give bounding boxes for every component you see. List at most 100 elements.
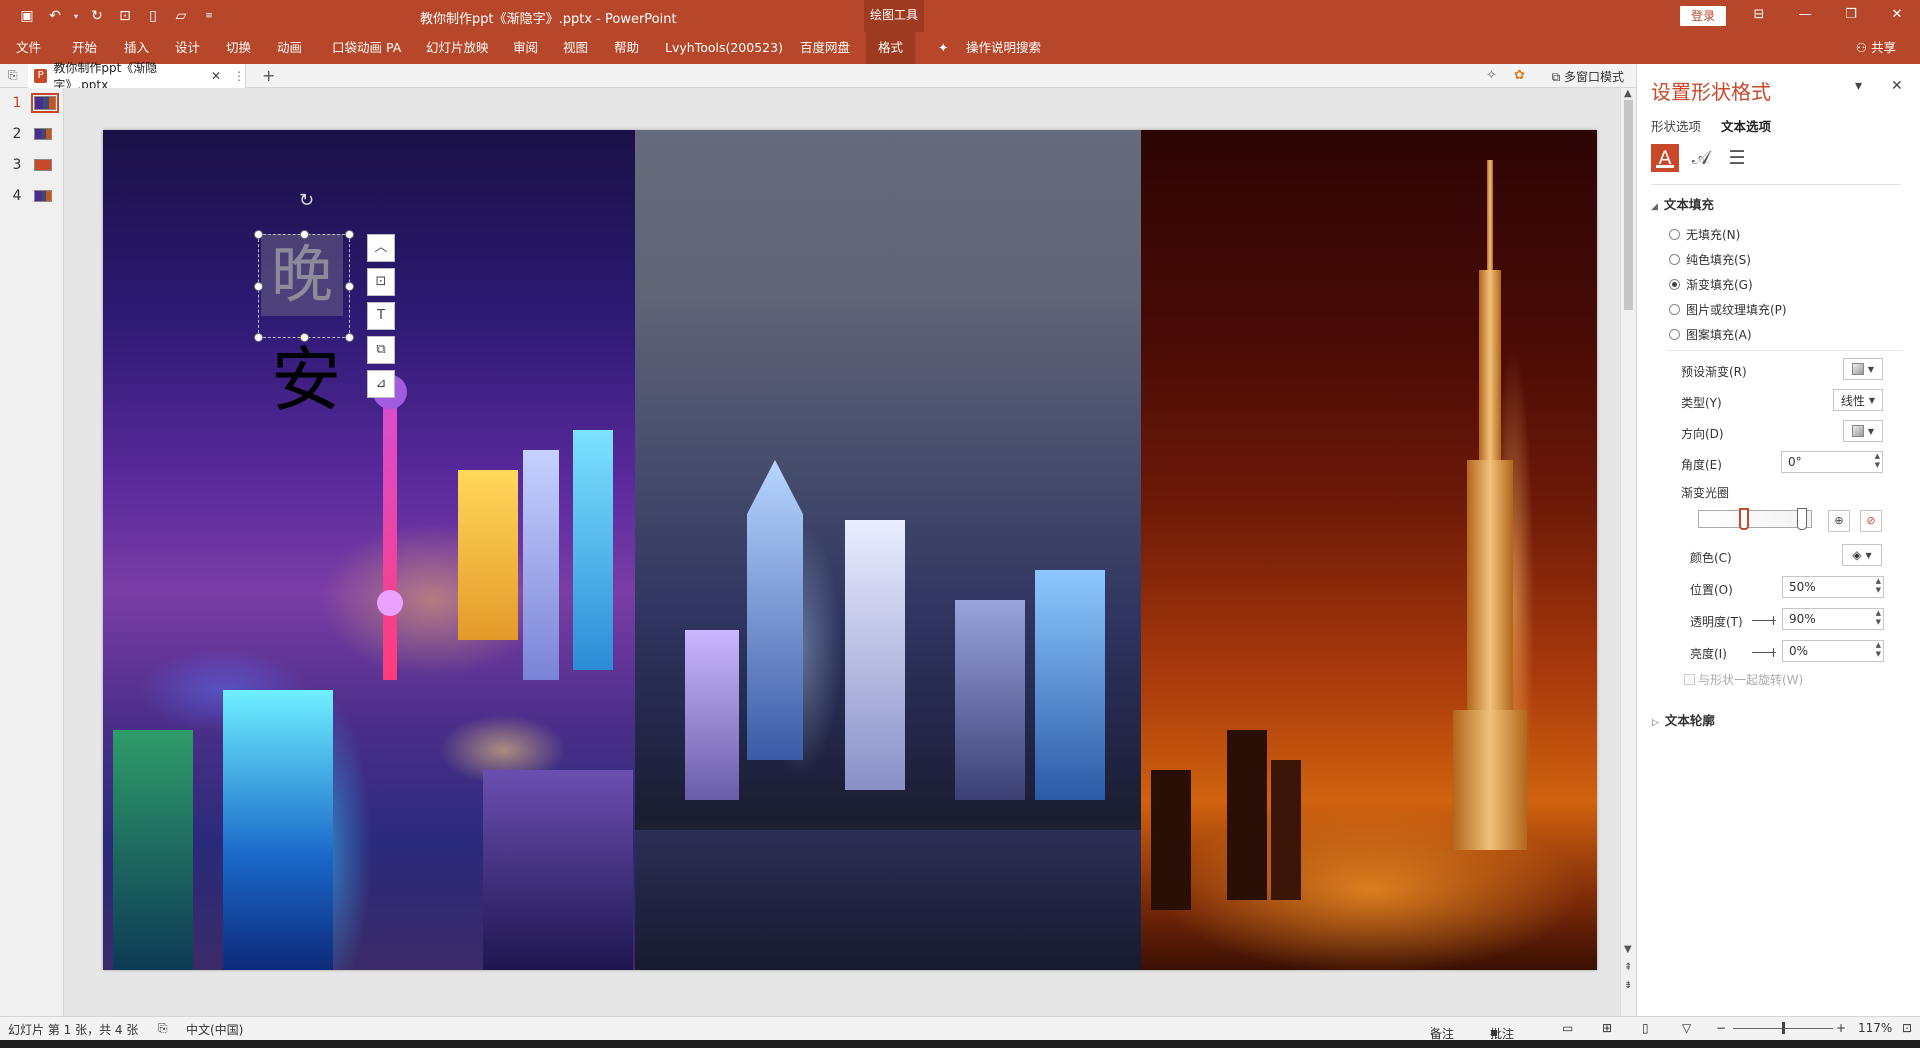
rotate-handle-icon[interactable]: ↻ <box>299 190 314 211</box>
tab-shape-options[interactable]: 形状选项 <box>1651 116 1701 135</box>
next-slide-icon[interactable]: ⇟ <box>1624 980 1632 991</box>
slideshow-start-icon[interactable]: ⊡ <box>112 3 138 29</box>
tab-view[interactable]: 视图 <box>563 32 588 64</box>
scrollbar-thumb[interactable] <box>1624 100 1633 310</box>
spin-arrows-icon[interactable]: ▲ ▼ <box>1875 452 1880 470</box>
settings-gear-icon[interactable]: ✿ <box>1514 68 1525 83</box>
radio-solid-fill[interactable]: 纯色填充(S) <box>1669 251 1751 268</box>
zoom-level[interactable]: 117% <box>1858 1021 1892 1035</box>
resize-handle[interactable] <box>345 282 354 291</box>
tab-format[interactable]: 格式 <box>866 32 916 64</box>
section-text-outline[interactable]: ▷ 文本轮廓 <box>1652 710 1715 729</box>
gradient-type-dropdown[interactable]: 线性 ▼ <box>1833 389 1883 411</box>
resize-handle[interactable] <box>254 333 263 342</box>
spin-arrows-icon[interactable]: ▲ ▼ <box>1876 641 1881 659</box>
gradient-stop[interactable] <box>1797 508 1807 530</box>
slide-thumbnail[interactable]: 2 <box>0 123 64 145</box>
ribbon-display-icon[interactable]: ⊟ <box>1736 0 1782 32</box>
tab-text-options[interactable]: 文本选项 <box>1721 116 1771 135</box>
position-input[interactable]: 50% ▲ ▼ <box>1782 576 1884 598</box>
add-gradient-stop-icon[interactable]: ⊕ <box>1828 510 1850 532</box>
slide-thumbnail[interactable]: 3 <box>0 154 64 176</box>
tab-slideshow[interactable]: 幻灯片放映 <box>426 32 489 64</box>
gradient-stop-selected[interactable] <box>1739 508 1749 530</box>
brightness-input[interactable]: 0% ▲ ▼ <box>1782 640 1884 662</box>
open-folder-icon[interactable]: ▱ <box>168 3 194 29</box>
text-box-an[interactable]: 安 <box>265 335 347 425</box>
tab-pocket-animation[interactable]: 口袋动画 PA <box>332 32 401 64</box>
close-pane-icon[interactable]: ✕ <box>1891 78 1903 94</box>
text-box-icon[interactable]: T <box>367 302 395 330</box>
resize-handle[interactable] <box>254 282 263 291</box>
fit-to-window-icon[interactable]: ⊡ <box>1902 1021 1912 1035</box>
layout-options-icon[interactable]: ⊡ <box>367 268 395 296</box>
share-button[interactable]: ⚇ 共享 <box>1856 32 1896 64</box>
new-file-icon[interactable]: ▯ <box>140 3 166 29</box>
brightness-slider[interactable] <box>1752 648 1776 657</box>
slide-thumbnail[interactable]: 1 <box>0 92 64 114</box>
tab-file[interactable]: 文件 <box>16 32 41 64</box>
language-status[interactable]: 中文(中国) <box>186 1021 243 1038</box>
gradient-stops-bar[interactable] <box>1698 508 1812 530</box>
normal-view-icon[interactable]: ▭ <box>1562 1021 1573 1035</box>
tab-baidu-netdisk[interactable]: 百度网盘 <box>800 32 850 64</box>
slide-thumbnail[interactable]: 4 <box>0 185 64 207</box>
zoom-in-icon[interactable]: + <box>1836 1021 1846 1035</box>
redo-icon[interactable]: ↻ <box>84 3 110 29</box>
resize-handle[interactable] <box>300 230 309 239</box>
color-picker-dropdown[interactable]: ◈ ▼ <box>1842 544 1882 566</box>
transparency-input[interactable]: 90% ▲ ▼ <box>1782 608 1884 630</box>
spin-arrows-icon[interactable]: ▲ ▼ <box>1876 609 1881 627</box>
section-text-fill[interactable]: ◢ 文本填充 <box>1651 194 1714 213</box>
arrange-icon[interactable]: ⧉ <box>367 336 395 364</box>
text-fill-outline-icon[interactable]: A <box>1651 144 1679 172</box>
preset-gradient-dropdown[interactable]: ▼ <box>1843 358 1883 380</box>
close-tab-icon[interactable]: ✕ <box>211 69 221 83</box>
tab-menu-icon[interactable]: ⋮ <box>233 69 245 83</box>
scroll-down-icon[interactable]: ▼ <box>1624 944 1632 955</box>
slide-sorter-icon[interactable]: ⊞ <box>1602 1021 1612 1035</box>
save-icon[interactable]: ▣ <box>14 3 40 29</box>
tab-review[interactable]: 审阅 <box>513 32 538 64</box>
spellcheck-icon[interactable]: ⎘ <box>158 1021 168 1036</box>
multi-window-button[interactable]: ⧉ 多窗口模式 <box>1552 68 1624 85</box>
rotate-with-shape-checkbox[interactable] <box>1684 674 1695 685</box>
zoom-slider-knob[interactable] <box>1782 1022 1785 1034</box>
customize-qat-icon[interactable]: ≡ <box>196 3 222 29</box>
radio-no-fill[interactable]: 无填充(N) <box>1669 226 1740 243</box>
resize-handle[interactable] <box>254 230 263 239</box>
reading-view-icon[interactable]: ▯ <box>1642 1021 1649 1035</box>
slide[interactable]: ↻ 晚 安 ︿ ⊡ T ⧉ ⊿ <box>103 130 1597 970</box>
transparency-slider[interactable] <box>1752 616 1776 625</box>
radio-gradient-fill[interactable]: 渐变填充(G) <box>1669 276 1753 293</box>
radio-pattern-fill[interactable]: 图案填充(A) <box>1669 326 1752 343</box>
login-button[interactable]: 登录 <box>1680 6 1726 26</box>
close-window-icon[interactable]: ✕ <box>1874 0 1920 32</box>
radio-picture-fill[interactable]: 图片或纹理填充(P) <box>1669 301 1787 318</box>
restore-icon[interactable]: ❐ <box>1828 0 1874 32</box>
minimize-icon[interactable]: — <box>1782 0 1828 32</box>
new-tab-icon[interactable]: + <box>262 66 275 85</box>
tab-lvyhtools[interactable]: LvyhTools(200523) <box>665 32 783 64</box>
tab-list-icon[interactable]: ⎘ <box>8 68 18 83</box>
pane-options-icon[interactable]: ▾ <box>1855 78 1862 94</box>
direction-dropdown[interactable]: ▼ <box>1843 420 1883 442</box>
textbox-layout-icon[interactable]: ☰ <box>1723 144 1751 172</box>
scroll-up-icon[interactable]: ▲ <box>1624 88 1632 99</box>
vertical-scrollbar[interactable]: ▲ ▼ ⇞ ⇟ <box>1620 88 1636 1016</box>
pin-icon[interactable]: ✧ <box>1486 68 1497 83</box>
crop-icon[interactable]: ⊿ <box>367 370 395 398</box>
previous-slide-icon[interactable]: ⇞ <box>1624 962 1632 973</box>
spin-arrows-icon[interactable]: ▲ ▼ <box>1876 577 1881 595</box>
tab-help[interactable]: 帮助 <box>614 32 639 64</box>
tab-animations[interactable]: 动画 <box>277 32 302 64</box>
tell-me-search[interactable]: 操作说明搜索 <box>966 32 1041 64</box>
document-tab[interactable]: P 教你制作ppt《渐隐字》.pptx ✕ ⋮ <box>28 61 246 92</box>
tab-transitions[interactable]: 切换 <box>226 32 251 64</box>
zoom-out-icon[interactable]: − <box>1716 1021 1726 1035</box>
resize-handle[interactable] <box>345 230 354 239</box>
remove-gradient-stop-icon[interactable]: ⊘ <box>1860 510 1882 532</box>
text-effects-icon[interactable]: 𝒜 <box>1687 144 1715 172</box>
slideshow-view-icon[interactable]: ▽ <box>1682 1021 1691 1035</box>
undo-icon[interactable]: ↶ <box>42 3 68 29</box>
